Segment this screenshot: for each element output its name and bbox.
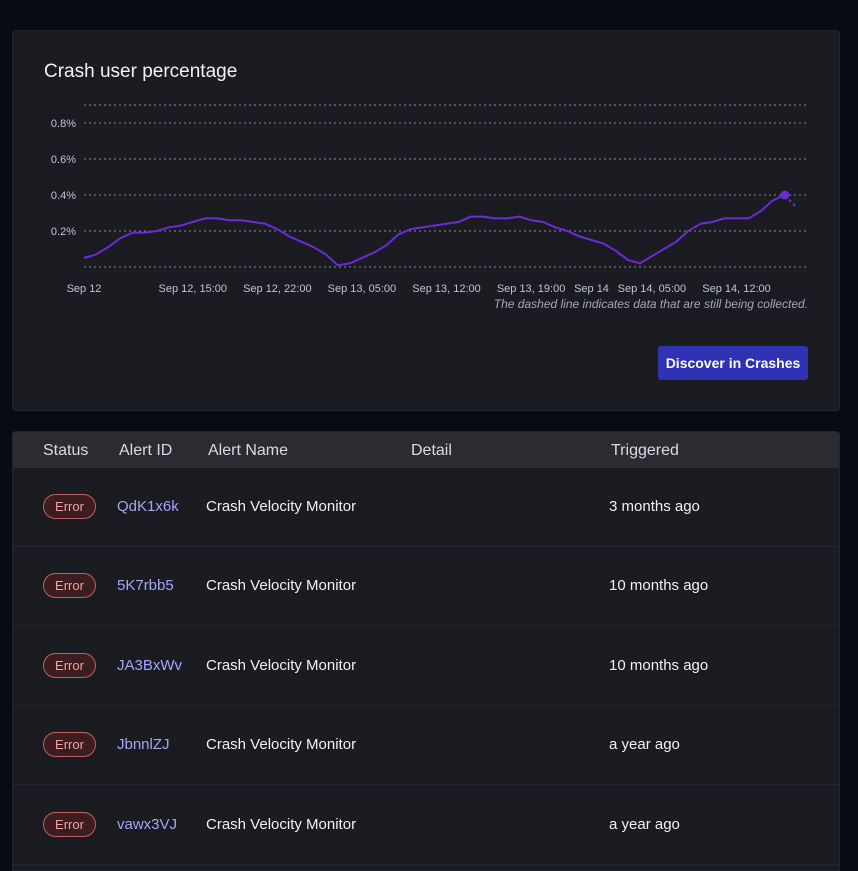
chart-note: The dashed line indicates data that are … xyxy=(493,297,808,311)
table-header: Status Alert ID Alert Name Detail Trigge… xyxy=(13,432,839,468)
latest-point-marker xyxy=(780,190,790,200)
x-tick-label: Sep 12, 22:00 xyxy=(243,283,312,295)
alert-id-link[interactable]: JA3BxWv xyxy=(117,657,182,674)
alert-name: Crash Velocity Monitor xyxy=(206,577,357,594)
column-header-detail[interactable]: Detail xyxy=(411,442,452,460)
column-header-triggered[interactable]: Triggered xyxy=(611,442,679,460)
table-row[interactable]: Error 5K7rbb5 Crash Velocity Monitor 10 … xyxy=(13,547,839,626)
alert-name: Crash Velocity Monitor xyxy=(206,657,357,674)
triggered-time: 10 months ago xyxy=(609,657,709,674)
alert-name: Crash Velocity Monitor xyxy=(206,498,357,515)
series-line xyxy=(83,194,786,267)
column-header-alert-id[interactable]: Alert ID xyxy=(119,442,172,460)
triggered-time: 10 months ago xyxy=(609,577,709,594)
column-header-status[interactable]: Status xyxy=(43,442,88,460)
alert-id-link[interactable]: 5K7rbb5 xyxy=(117,577,174,594)
triggered-time: a year ago xyxy=(609,816,680,833)
alert-name: Crash Velocity Monitor xyxy=(206,736,357,753)
x-tick-label: Sep 14 xyxy=(574,283,609,295)
alert-id-link[interactable]: JbnnlZJ xyxy=(117,736,170,753)
x-tick-label: Sep 12, 15:00 xyxy=(158,283,227,295)
status-badge: Error xyxy=(43,573,96,598)
alert-id-link[interactable]: QdK1x6k xyxy=(117,498,179,515)
x-tick-label: Sep 14, 12:00 xyxy=(702,283,771,295)
y-tick-label: 0.2% xyxy=(51,226,76,238)
triggered-time: a year ago xyxy=(609,736,680,753)
x-tick-label: Sep 13, 19:00 xyxy=(497,283,566,295)
alerts-table: Status Alert ID Alert Name Detail Trigge… xyxy=(12,431,840,871)
chart-card: Crash user percentage 0.2% 0.4% 0.6% 0.8% Se… xyxy=(12,30,840,411)
y-tick-label: 0.4% xyxy=(51,190,76,202)
x-tick-label: Sep 14, 05:00 xyxy=(618,283,687,295)
discover-in-crashes-button[interactable]: Discover in Crashes xyxy=(658,346,808,380)
y-tick-label: 0.6% xyxy=(51,154,76,166)
triggered-time: 3 months ago xyxy=(609,498,700,515)
status-badge: Error xyxy=(43,653,96,678)
alert-name: Crash Velocity Monitor xyxy=(206,816,357,833)
status-badge: Error xyxy=(43,812,96,837)
crash-user-percentage-chart: 0.2% 0.4% 0.6% 0.8% Sep 12 Sep 12, 15:00 Sep 1… xyxy=(51,104,809,295)
column-header-alert-name[interactable]: Alert Name xyxy=(208,442,288,460)
x-tick-label: Sep 13, 05:00 xyxy=(328,283,397,295)
y-tick-label: 0.8% xyxy=(51,118,76,130)
status-badge: Error xyxy=(43,494,96,519)
table-row[interactable]: Error JbnnlZJ Crash Velocity Monitor a y… xyxy=(13,706,839,785)
x-tick-label: Sep 12 xyxy=(67,283,102,295)
alert-id-link[interactable]: vawx3VJ xyxy=(117,816,177,833)
table-row[interactable]: Error JA3BxWv Crash Velocity Monitor 10 … xyxy=(13,627,839,706)
status-badge: Error xyxy=(43,732,96,757)
x-tick-label: Sep 13, 12:00 xyxy=(412,283,481,295)
table-row[interactable]: Error vawx3VJ Crash Velocity Monitor a y… xyxy=(13,786,839,865)
table-row[interactable]: Error QdK1x6k Crash Velocity Monitor 3 m… xyxy=(13,468,839,547)
